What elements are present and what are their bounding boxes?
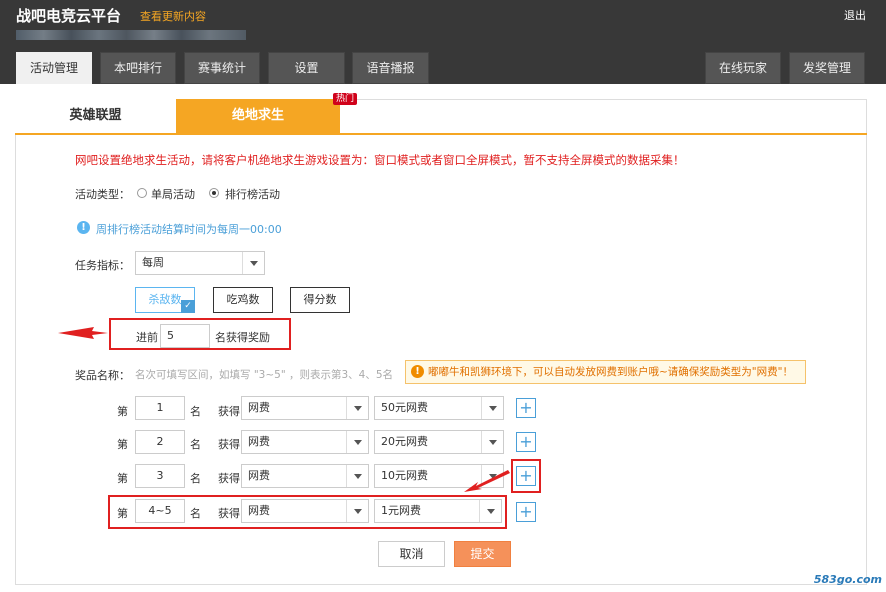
radio-single-round-label: 单局活动 <box>151 188 195 201</box>
add-row-button-2[interactable]: + <box>516 432 536 452</box>
notice-text: 嘟嘟牛和凯狮环境下，可以自动发放网费到账户哦~请确保奖励类型为"网费"！ <box>428 366 793 378</box>
add-row-button-3[interactable]: + <box>516 466 536 486</box>
row3-suffix: 名 <box>190 472 201 485</box>
row1-suffix: 名 <box>190 405 201 418</box>
prize-name-label: 奖品名称： <box>75 369 130 382</box>
row1-rank-input[interactable]: 1 <box>135 396 185 420</box>
row3-rank-input[interactable]: 3 <box>135 464 185 488</box>
annotation-arrow-down-left <box>464 470 510 492</box>
metric-kills[interactable]: 杀敌数 ✓ <box>135 287 195 313</box>
radio-single-round[interactable] <box>137 188 147 198</box>
row2-rank-input[interactable]: 2 <box>135 430 185 454</box>
row1-get: 获得 <box>218 405 240 418</box>
top-n-input[interactable]: 5 <box>160 324 210 348</box>
row1-type: 网费 <box>248 401 270 414</box>
chevron-down-icon <box>481 397 503 419</box>
watermark: 583go.com <box>813 573 882 586</box>
blurred-info <box>16 30 246 40</box>
row4-amount-select[interactable]: 1元网费 <box>374 499 502 523</box>
row3-amount: 10元网费 <box>381 469 428 482</box>
row3-type-select[interactable]: 网费 <box>241 464 369 488</box>
cancel-button[interactable]: 取消 <box>378 541 445 567</box>
row2-type-select[interactable]: 网费 <box>241 430 369 454</box>
tab-voice-broadcast[interactable]: 语音播报 <box>352 52 429 84</box>
tab-league-of-legends[interactable]: 英雄联盟 <box>15 99 176 133</box>
info-icon: ! <box>77 221 90 234</box>
chevron-down-icon <box>481 431 503 453</box>
add-row-button-1[interactable]: + <box>516 398 536 418</box>
tab-activity-management[interactable]: 活动管理 <box>16 52 92 84</box>
task-index-value: 每周 <box>142 256 164 269</box>
top-prefix: 进前 <box>136 331 158 344</box>
row2-suffix: 名 <box>190 438 201 451</box>
tab-match-stats[interactable]: 赛事统计 <box>184 52 260 84</box>
chevron-down-icon <box>479 500 501 522</box>
metric-chicken-dinners[interactable]: 吃鸡数 <box>213 287 273 313</box>
metric-score[interactable]: 得分数 <box>290 287 350 313</box>
task-index-select[interactable]: 每周 <box>135 251 265 275</box>
row4-type-select[interactable]: 网费 <box>241 499 369 523</box>
row4-suffix: 名 <box>190 507 201 520</box>
warning-icon: ! <box>411 365 424 378</box>
row1-type-select[interactable]: 网费 <box>241 396 369 420</box>
row3-prefix: 第 <box>117 472 128 485</box>
submit-button[interactable]: 提交 <box>454 541 511 567</box>
fullscreen-warning: 网吧设置绝地求生活动，请将客户机绝地求生游戏设置为：窗口模式或者窗口全屏模式，暂… <box>75 153 685 167</box>
row1-prefix: 第 <box>117 405 128 418</box>
tab-bar-ranking[interactable]: 本吧排行 <box>100 52 176 84</box>
task-index-label: 任务指标： <box>75 259 130 272</box>
row2-prefix: 第 <box>117 438 128 451</box>
row4-amount: 1元网费 <box>381 504 421 517</box>
top-suffix: 名获得奖励 <box>215 331 270 344</box>
chevron-down-icon <box>346 431 368 453</box>
row2-type: 网费 <box>248 435 270 448</box>
view-updates-link[interactable]: 查看更新内容 <box>140 8 206 24</box>
row3-type: 网费 <box>248 469 270 482</box>
row1-amount: 50元网费 <box>381 401 428 414</box>
auto-reward-notice: ! 嘟嘟牛和凯狮环境下，可以自动发放网费到账户哦~请确保奖励类型为"网费"！ <box>405 360 806 384</box>
brand-title: 战吧电竞云平台 <box>16 7 122 25</box>
tab-settings[interactable]: 设置 <box>268 52 345 84</box>
radio-leaderboard[interactable] <box>209 188 219 198</box>
row4-prefix: 第 <box>117 507 128 520</box>
chevron-down-icon <box>346 397 368 419</box>
row4-get: 获得 <box>218 507 240 520</box>
tab-online-players[interactable]: 在线玩家 <box>705 52 781 84</box>
metric-kills-label: 杀敌数 <box>148 293 182 306</box>
row2-amount: 20元网费 <box>381 435 428 448</box>
row4-type: 网费 <box>248 504 270 517</box>
check-icon: ✓ <box>181 300 195 313</box>
hot-badge: 热门 <box>333 93 358 105</box>
tab-pubg[interactable]: 绝地求生 <box>176 99 340 133</box>
chevron-down-icon <box>242 252 264 274</box>
settlement-info: 周排行榜活动结算时间为每周一00:00 <box>96 223 282 236</box>
radio-leaderboard-label: 排行榜活动 <box>225 188 280 201</box>
logout-link[interactable]: 退出 <box>844 7 866 23</box>
add-row-button-4[interactable]: + <box>516 502 536 522</box>
chevron-down-icon <box>346 465 368 487</box>
row4-rank-input[interactable]: 4~5 <box>135 499 185 523</box>
row2-get: 获得 <box>218 438 240 451</box>
annotation-arrow-right <box>58 327 108 339</box>
game-tabs: 英雄联盟 绝地求生 <box>15 99 867 135</box>
tab-reward-management[interactable]: 发奖管理 <box>789 52 865 84</box>
row3-get: 获得 <box>218 472 240 485</box>
row2-amount-select[interactable]: 20元网费 <box>374 430 504 454</box>
row1-amount-select[interactable]: 50元网费 <box>374 396 504 420</box>
activity-type-label: 活动类型： <box>75 188 130 201</box>
prize-hint: 名次可填写区间，如填写 "3~5" ，则表示第3、4、5名 <box>135 369 394 381</box>
chevron-down-icon <box>346 500 368 522</box>
